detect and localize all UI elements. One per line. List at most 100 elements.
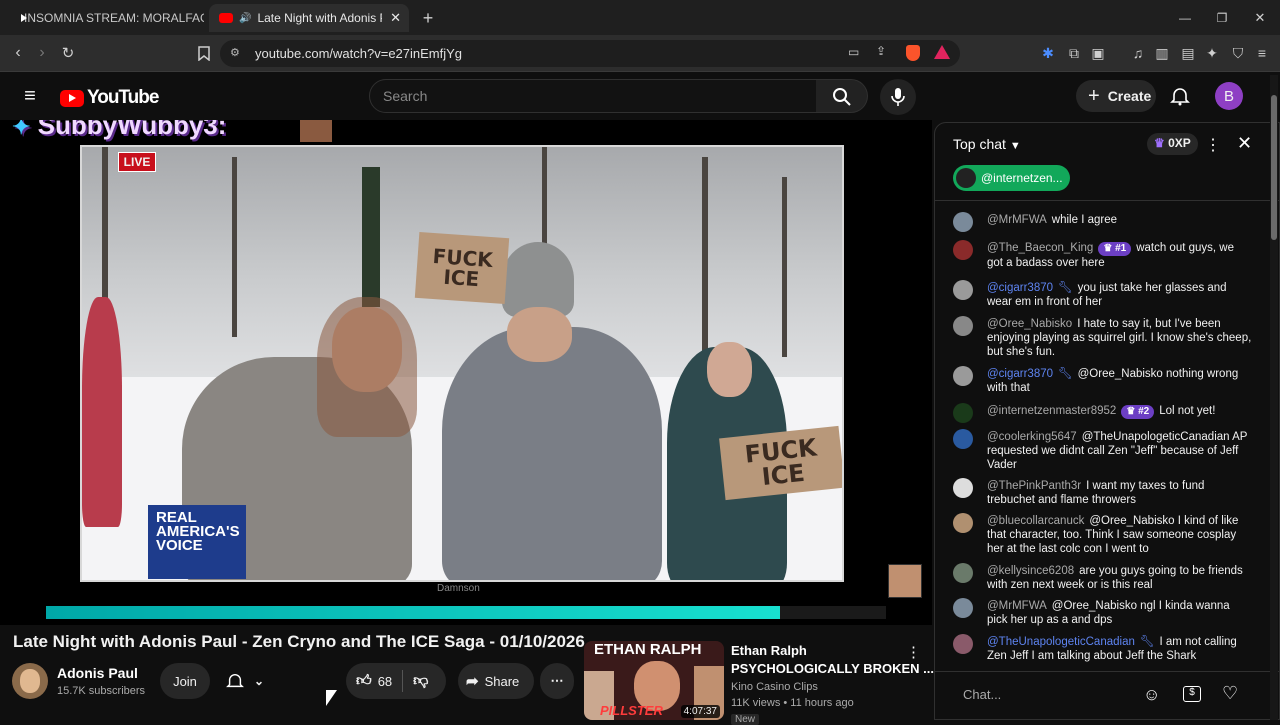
like-button[interactable]: 👍︎ 68: [346, 672, 392, 690]
maximize-icon[interactable]: ❐: [1212, 8, 1232, 28]
avatar[interactable]: [953, 316, 973, 336]
chat-username[interactable]: @coolerking5647: [987, 431, 1077, 443]
back-icon[interactable]: ‹: [8, 43, 28, 63]
chat-username[interactable]: @MrMFWA: [987, 600, 1047, 612]
overlay-username: ✦ SubbyWubby3:: [12, 120, 226, 141]
crypto-wallet-icon[interactable]: ▤: [1178, 43, 1198, 63]
brave-shield-icon[interactable]: [906, 45, 920, 61]
recommended-thumbnail[interactable]: ETHAN RALPH PILLSTER 4:07:37: [584, 641, 724, 720]
chat-username[interactable]: @TheUnapologeticCanadian: [987, 636, 1135, 648]
recommended-channel-line[interactable]: Ethan Ralph: [731, 643, 807, 658]
chat-username[interactable]: @bluecollarcanuck: [987, 515, 1084, 527]
plus-icon: +: [1088, 84, 1100, 107]
extensions-icon[interactable]: ⧉: [1064, 43, 1084, 63]
search-placeholder: Search: [383, 88, 428, 104]
video-player[interactable]: FUCK ICE FUCK ICE LIVE REAL AMERICA'S VO…: [0, 120, 932, 625]
avatar[interactable]: [953, 212, 973, 232]
site-info-icon[interactable]: ⚙: [230, 46, 240, 59]
watermark-text: Damnson: [437, 583, 480, 594]
search-input[interactable]: Search: [369, 79, 817, 113]
create-label: Create: [1107, 88, 1152, 104]
avatar[interactable]: [953, 366, 973, 386]
share-page-icon[interactable]: ⇪: [876, 44, 886, 58]
chat-username[interactable]: @cigarr3870: [987, 368, 1053, 380]
shield-icon[interactable]: ⛉: [1228, 43, 1248, 63]
avatar[interactable]: [953, 478, 973, 498]
minimize-icon[interactable]: —: [1175, 8, 1195, 28]
xp-badge[interactable]: ♛ 0XP: [1147, 133, 1198, 155]
new-tab-icon[interactable]: +: [418, 8, 438, 28]
live-chat-panel: Top chat ▼ ♛ 0XP ⋮ ✕ @internetzen... @Mr…: [934, 122, 1280, 720]
address-field[interactable]: ⚙ youtube.com/watch?v=e27inEmfjYg ▭ ⇪: [220, 40, 960, 67]
chat-more-icon[interactable]: ⋮: [1205, 135, 1221, 155]
avatar[interactable]: [953, 429, 973, 449]
search-button[interactable]: [816, 79, 868, 113]
xp-value: 0XP: [1168, 136, 1191, 150]
sidebar-icon[interactable]: ▥: [1152, 43, 1172, 63]
youtube-header: ≡ YouTube Search + Create B: [0, 72, 1280, 120]
progress-bar[interactable]: [46, 606, 780, 619]
tab-insomnia-stream[interactable]: INSOMNIA STREAM: MORALFAG EDI: [6, 4, 204, 32]
brave-rewards-icon[interactable]: [934, 45, 950, 59]
avatar[interactable]: [953, 513, 973, 533]
avatar[interactable]: [953, 563, 973, 583]
chat-username[interactable]: @Oree_Nabisko: [987, 318, 1072, 330]
chat-username[interactable]: @The_Baecon_King: [987, 242, 1093, 254]
like-count: 68: [377, 673, 393, 689]
pinned-user-chip[interactable]: @internetzen...: [953, 165, 1070, 191]
avatar[interactable]: [953, 403, 973, 423]
youtube-favicon-icon: [219, 13, 233, 23]
wrench-icon: 🔧︎: [1058, 368, 1073, 380]
more-actions-button[interactable]: ⋯: [540, 663, 574, 699]
super-chat-icon[interactable]: $: [1183, 686, 1201, 702]
bookmark-icon[interactable]: [194, 43, 214, 63]
account-avatar[interactable]: B: [1215, 82, 1243, 110]
chat-close-icon[interactable]: ✕: [1237, 133, 1252, 154]
tab-late-night[interactable]: 🔊 Late Night with Adonis Paul - ✕: [209, 4, 409, 32]
chat-username[interactable]: @cigarr3870: [987, 282, 1053, 294]
avatar[interactable]: [953, 240, 973, 260]
join-button[interactable]: Join: [160, 663, 210, 699]
vpn-icon[interactable]: ✱: [1038, 43, 1058, 63]
heart-icon[interactable]: ♡: [1222, 683, 1238, 704]
media-icon[interactable]: ♫: [1128, 43, 1148, 63]
leo-ai-icon[interactable]: ✦: [1202, 43, 1222, 63]
join-label: Join: [173, 673, 197, 689]
top-chat-selector[interactable]: Top chat ▼: [953, 136, 1021, 152]
wallet-icon[interactable]: ▣: [1088, 43, 1108, 63]
network-logo: REAL AMERICA'S VOICE: [148, 505, 246, 579]
recommended-more-icon[interactable]: ⋮: [906, 643, 921, 661]
share-button[interactable]: ➦ Share: [458, 663, 534, 699]
channel-name[interactable]: Adonis Paul: [57, 665, 138, 681]
chat-username[interactable]: @MrMFWA: [987, 214, 1047, 226]
menu-icon[interactable]: ≡: [1252, 43, 1272, 63]
thumbs-down-icon[interactable]: 👎︎: [413, 672, 428, 690]
notifications-icon[interactable]: [1170, 86, 1190, 111]
cast-icon[interactable]: ▭: [848, 45, 859, 59]
avatar[interactable]: [953, 634, 973, 654]
avatar[interactable]: [953, 280, 973, 300]
recommended-channel[interactable]: Kino Casino Clips: [731, 681, 818, 693]
chat-placeholder: Chat...: [963, 687, 1002, 702]
subscription-bell-button[interactable]: ⌄: [220, 663, 280, 699]
channel-avatar[interactable]: [12, 663, 48, 699]
create-button[interactable]: + Create: [1076, 80, 1156, 112]
page-scrollbar[interactable]: [1270, 75, 1278, 720]
emoji-icon[interactable]: ☺: [1143, 685, 1160, 705]
window-close-icon[interactable]: ✕: [1250, 8, 1270, 28]
membership-badge: ♛ #1: [1098, 242, 1132, 256]
hamburger-menu-icon[interactable]: ≡: [20, 85, 40, 107]
chat-username[interactable]: @ThePinkPanth3r: [987, 480, 1081, 492]
reload-icon[interactable]: ↻: [58, 43, 78, 63]
chat-input[interactable]: Chat...: [951, 680, 1141, 710]
avatar[interactable]: [953, 598, 973, 618]
video-title: Late Night with Adonis Paul - Zen Cryno …: [13, 632, 585, 651]
recommended-title[interactable]: PSYCHOLOGICALLY BROKEN ...: [731, 661, 934, 676]
pinned-user-name: @internetzen...: [981, 171, 1063, 185]
youtube-logo[interactable]: YouTube: [60, 87, 159, 109]
voice-search-button[interactable]: [880, 79, 916, 115]
close-tab-icon[interactable]: ✕: [390, 10, 401, 26]
chat-username[interactable]: @kellysince6208: [987, 565, 1074, 577]
forward-icon[interactable]: ›: [32, 43, 52, 63]
chat-username[interactable]: @internetzenmaster8952: [987, 405, 1116, 417]
